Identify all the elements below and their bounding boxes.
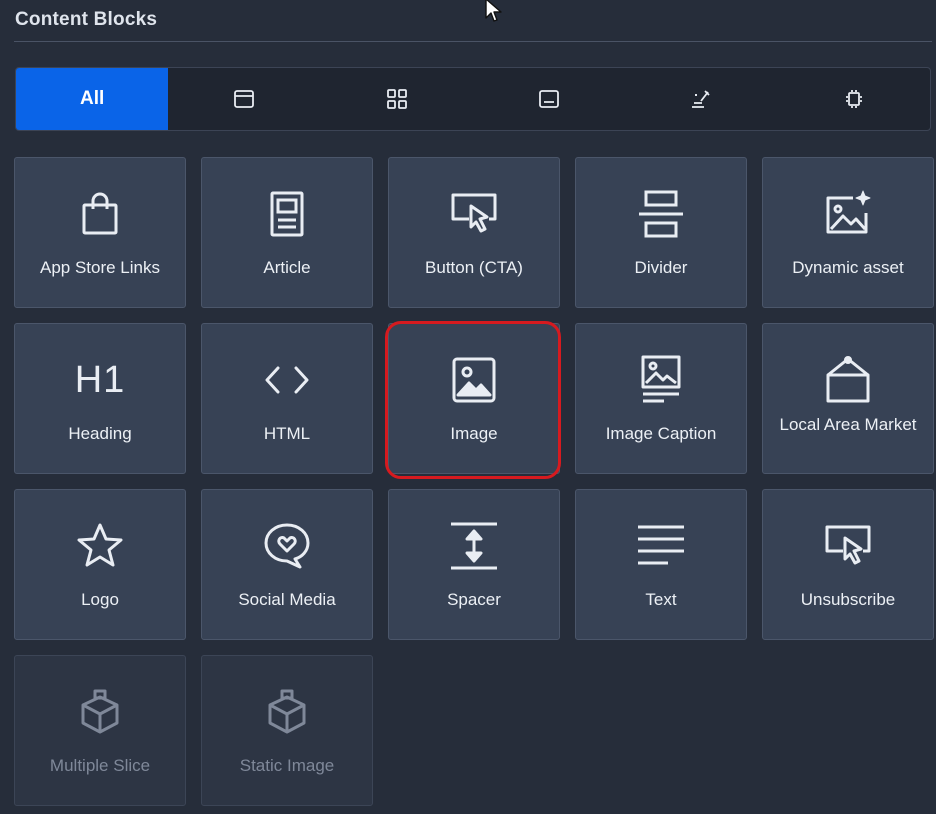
block-unsubscribe[interactable]: Unsubscribe xyxy=(762,489,934,640)
tab-header-layout[interactable] xyxy=(168,68,320,130)
block-app-store-links[interactable]: App Store Links xyxy=(14,157,186,308)
panel-title: Content Blocks xyxy=(15,9,158,30)
block-multiple-slice: Multiple Slice xyxy=(14,655,186,806)
block-label: Image Caption xyxy=(605,424,717,443)
magic-icon xyxy=(692,90,711,108)
block-label: Multiple Slice xyxy=(49,756,151,775)
article-icon xyxy=(270,191,304,237)
block-label: Text xyxy=(645,590,677,609)
content-blocks-grid: App Store Links Article Button (CTA) Div… xyxy=(14,157,934,806)
cube-icon xyxy=(268,689,306,734)
tab-all-label: All xyxy=(80,88,105,109)
tab-magic[interactable] xyxy=(625,68,777,130)
block-image-caption[interactable]: Image Caption xyxy=(575,323,747,474)
image-caption-icon xyxy=(641,355,681,403)
block-label: Unsubscribe xyxy=(800,590,896,609)
block-label: Heading xyxy=(68,424,132,443)
block-label: Logo xyxy=(81,590,119,609)
tab-component[interactable] xyxy=(778,68,930,130)
block-spacer[interactable]: Spacer xyxy=(388,489,560,640)
hanging-sign-icon xyxy=(826,356,870,403)
block-label: App Store Links xyxy=(39,258,160,277)
code-icon xyxy=(265,366,309,394)
cursor-click-icon xyxy=(451,193,497,233)
text-lines-icon xyxy=(638,525,684,565)
block-dynamic-asset[interactable]: Dynamic asset xyxy=(762,157,934,308)
block-label: Article xyxy=(263,258,311,277)
spacer-icon xyxy=(451,522,497,570)
block-label: Spacer xyxy=(447,590,501,609)
block-heading[interactable]: H1 Heading xyxy=(14,323,186,474)
block-local-area-market[interactable]: Local Area Market xyxy=(762,323,934,474)
block-static-image: Static Image xyxy=(201,655,373,806)
block-label: Button (CTA) xyxy=(425,258,523,277)
block-label: Local Area Market xyxy=(779,415,917,434)
h1-icon: H1 xyxy=(74,358,126,401)
image-icon xyxy=(452,357,496,403)
tab-grid-layout[interactable] xyxy=(321,68,473,130)
block-divider[interactable]: Divider xyxy=(575,157,747,308)
block-social-media[interactable]: Social Media xyxy=(201,489,373,640)
block-label: HTML xyxy=(263,424,311,443)
block-label: Image xyxy=(450,424,498,443)
footer-layout-icon xyxy=(539,90,560,108)
tab-footer-layout[interactable] xyxy=(473,68,625,130)
divider-icon xyxy=(639,190,683,238)
block-label: Dynamic asset xyxy=(792,258,904,277)
grid-layout-icon xyxy=(386,89,407,109)
tab-all[interactable]: All xyxy=(16,68,169,130)
mouse-cursor-icon xyxy=(485,0,502,22)
cube-icon xyxy=(81,689,119,734)
shopping-bag-icon xyxy=(82,192,118,235)
category-tabs: All xyxy=(15,67,931,131)
block-logo[interactable]: Logo xyxy=(14,489,186,640)
block-label: Social Media xyxy=(238,590,336,609)
block-html[interactable]: HTML xyxy=(201,323,373,474)
cursor-click-icon xyxy=(825,525,871,565)
block-label: Static Image xyxy=(239,756,335,775)
block-text[interactable]: Text xyxy=(575,489,747,640)
block-button-cta[interactable]: Button (CTA) xyxy=(388,157,560,308)
block-article[interactable]: Article xyxy=(201,157,373,308)
sparkle-image-icon xyxy=(826,190,871,234)
header-layout-icon xyxy=(234,90,255,108)
block-image[interactable]: Image xyxy=(388,323,560,474)
title-divider xyxy=(14,41,932,42)
block-label: Divider xyxy=(634,258,688,277)
star-icon xyxy=(77,523,123,567)
heart-bubble-icon xyxy=(264,523,310,569)
component-icon xyxy=(845,90,862,108)
